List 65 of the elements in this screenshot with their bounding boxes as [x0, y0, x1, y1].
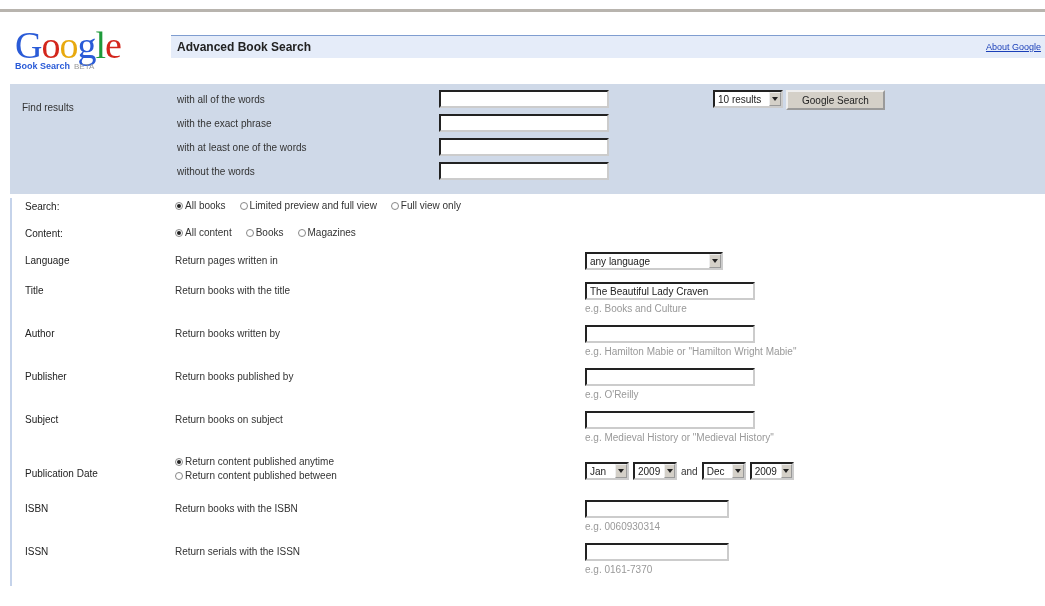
radio-option[interactable]: Return content published anytime: [175, 456, 585, 467]
text-field[interactable]: [439, 114, 609, 132]
field-description: Return books with the title: [175, 284, 292, 296]
radio-icon[interactable]: [175, 471, 183, 480]
field-description: Return serials with the ISSN: [175, 545, 302, 557]
logo-subtitle: Book Search: [15, 61, 71, 71]
radio-icon[interactable]: [175, 457, 183, 466]
radio-option[interactable]: All content: [175, 227, 232, 238]
text-field[interactable]: [439, 138, 609, 156]
radio-option[interactable]: Return content published between: [175, 470, 585, 481]
text-field[interactable]: [585, 325, 755, 343]
radio-option[interactable]: Limited preview and full view: [239, 200, 377, 211]
radio-icon[interactable]: [390, 201, 399, 210]
dropdown[interactable]: Dec: [701, 462, 746, 480]
text-field[interactable]: [585, 368, 755, 386]
field-label: Language: [25, 254, 71, 266]
dropdown[interactable]: 2009: [633, 462, 677, 480]
field-label: Content:: [25, 227, 64, 239]
field-label: with at least one of the words: [177, 141, 307, 153]
dropdown[interactable]: any language: [585, 252, 723, 270]
radio-icon[interactable]: [297, 228, 306, 237]
example-hint: e.g. O'Reilly: [585, 389, 640, 400]
field-description: Return pages written in: [175, 254, 279, 266]
field-label: with the exact phrase: [177, 117, 272, 129]
radio-option[interactable]: Full view only: [390, 200, 461, 211]
example-hint: e.g. Hamilton Mabie or "Hamilton Wright Mabie": [585, 346, 798, 357]
field-description: Return books written by: [175, 327, 282, 339]
field-description: Return books on subject: [175, 413, 284, 425]
field-label: Title: [25, 284, 45, 296]
search-button[interactable]: Google Search: [786, 90, 885, 110]
example-hint: e.g. 0161-7370: [585, 564, 654, 575]
page-title: Advanced Book Search: [177, 39, 312, 54]
dropdown[interactable]: 10 results: [713, 90, 783, 108]
radio-icon[interactable]: [245, 228, 254, 237]
example-hint: e.g. Medieval History or "Medieval History": [585, 432, 775, 443]
text-field[interactable]: [585, 411, 755, 429]
text-field[interactable]: [439, 90, 609, 108]
radio-option[interactable]: Books: [245, 227, 284, 238]
radio-option[interactable]: All books: [175, 200, 226, 211]
dropdown[interactable]: Jan: [585, 462, 629, 480]
field-label: ISSN: [25, 545, 50, 557]
about-link[interactable]: About Google: [985, 41, 1041, 52]
joiner-text: and: [681, 465, 698, 477]
field-description: Return books with the ISBN: [175, 502, 299, 514]
radio-icon[interactable]: [239, 201, 248, 210]
field-label: with all of the words: [177, 93, 265, 105]
field-label: Search:: [25, 200, 61, 212]
section-label: Find results: [22, 102, 75, 113]
field-label: Publication Date: [25, 467, 99, 479]
radio-option[interactable]: Magazines: [297, 227, 356, 238]
radio-icon[interactable]: [175, 201, 183, 210]
radio-icon[interactable]: [175, 228, 183, 237]
text-field[interactable]: [585, 500, 729, 518]
text-field[interactable]: [439, 162, 609, 180]
field-label: without the words: [177, 165, 255, 177]
example-hint: e.g. Books and Culture: [585, 303, 688, 314]
example-hint: e.g. 0060930314: [585, 521, 662, 532]
dropdown[interactable]: 2009: [749, 462, 794, 480]
field-label: Publisher: [25, 370, 68, 382]
field-label: ISBN: [25, 502, 50, 514]
field-label: Author: [25, 327, 56, 339]
field-label: Subject: [25, 413, 60, 425]
text-field[interactable]: [585, 543, 729, 561]
field-description: Return books published by: [175, 370, 295, 382]
text-field[interactable]: The Beautiful Lady Craven: [585, 282, 755, 300]
